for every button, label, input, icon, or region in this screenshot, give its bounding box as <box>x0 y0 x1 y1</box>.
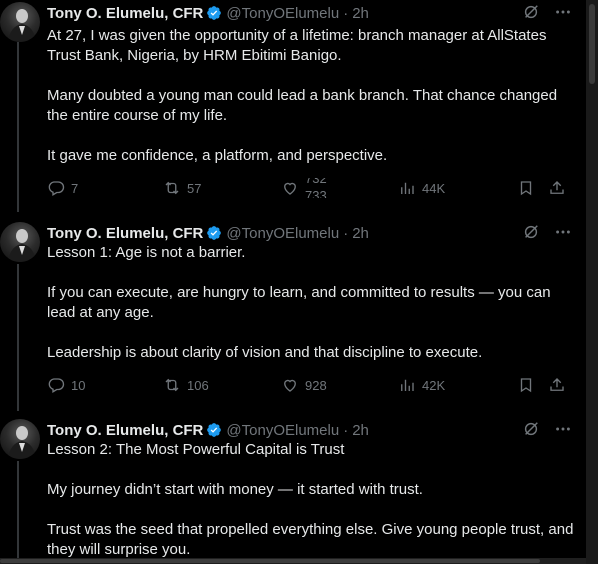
heart-icon <box>281 179 299 197</box>
like-count-animating: 732 733 <box>305 178 331 198</box>
separator-dot: · <box>343 224 349 242</box>
timestamp[interactable]: 2h <box>352 225 369 242</box>
author-handle[interactable]: @TonyOElumelu <box>226 5 339 22</box>
like-count: 928 <box>305 377 327 393</box>
bookmark-button[interactable] <box>517 178 535 198</box>
tweet-paragraph: Leadership is about clarity of vision an… <box>47 344 483 361</box>
tweet-paragraph: If you can execute, are hungry to learn,… <box>47 284 551 321</box>
share-icon <box>548 179 566 197</box>
tweet-header: Tony O. Elumelu, CFR @TonyOElumelu · 2h <box>47 420 586 440</box>
repost-icon <box>163 376 181 394</box>
thread-line <box>17 461 19 564</box>
tweet-paragraph: My journey didn’t start with money — it … <box>47 481 423 498</box>
views-icon <box>398 376 416 394</box>
tweet-3[interactable]: Tony O. Elumelu, CFR @TonyOElumelu · 2h … <box>0 407 586 564</box>
bookmark-icon <box>517 376 535 394</box>
separator-dot: · <box>343 4 349 22</box>
like-count: 733 <box>305 188 327 198</box>
tweet-1[interactable]: Tony O. Elumelu, CFR @TonyOElumelu · 2h … <box>0 0 586 210</box>
horizontal-scrollbar-thumb[interactable] <box>0 559 540 563</box>
author-name[interactable]: Tony O. Elumelu, CFR <box>47 5 203 22</box>
horizontal-scrollbar[interactable] <box>0 558 586 564</box>
views-button[interactable]: 42K <box>398 375 445 395</box>
tweet-paragraph: Lesson 2: The Most Powerful Capital is T… <box>47 441 345 458</box>
timestamp[interactable]: 2h <box>352 5 369 22</box>
vertical-scrollbar[interactable] <box>586 0 598 564</box>
avatar[interactable] <box>0 2 40 42</box>
author-handle[interactable]: @TonyOElumelu <box>226 225 339 242</box>
tweet-paragraph: It gave me confidence, a platform, and p… <box>47 147 388 164</box>
reply-button[interactable]: 10 <box>47 375 85 395</box>
verified-badge-icon <box>206 225 222 241</box>
tweet-text: At 27, I was given the opportunity of a … <box>47 26 576 166</box>
reply-button[interactable]: 7 <box>47 178 78 198</box>
like-count-previous: 732 <box>305 178 327 186</box>
thread-line <box>17 407 19 411</box>
timeline[interactable]: Tony O. Elumelu, CFR @TonyOElumelu · 2h … <box>0 0 586 564</box>
views-icon <box>398 179 416 197</box>
tweet-paragraph: Many doubted a young man could lead a ba… <box>47 87 558 124</box>
repost-count: 57 <box>187 180 202 196</box>
repost-button[interactable]: 106 <box>163 375 209 395</box>
more-options-icon[interactable] <box>554 420 572 438</box>
tweet-actions: 10 106 928 42K <box>47 375 565 395</box>
tweet-header: Tony O. Elumelu, CFR @TonyOElumelu · 2h <box>47 3 586 23</box>
views-button[interactable]: 44K <box>398 178 445 198</box>
repost-button[interactable]: 57 <box>163 178 201 198</box>
avatar[interactable] <box>0 222 40 262</box>
reply-icon <box>47 376 65 394</box>
bookmark-button[interactable] <box>517 375 535 395</box>
reply-icon <box>47 179 65 197</box>
views-count: 44K <box>422 180 446 196</box>
thread-line <box>17 264 19 410</box>
tweet-paragraph: Trust was the seed that propelled everyt… <box>47 521 574 558</box>
share-icon <box>548 376 566 394</box>
tweet-paragraph: At 27, I was given the opportunity of a … <box>47 27 547 64</box>
separator-dot: · <box>343 421 349 439</box>
verified-badge-icon <box>206 422 222 438</box>
like-button[interactable]: 928 <box>281 375 327 395</box>
views-count: 42K <box>422 377 446 393</box>
grok-icon[interactable] <box>522 3 540 21</box>
reply-count: 7 <box>71 180 79 196</box>
thread-line <box>17 42 19 210</box>
author-name[interactable]: Tony O. Elumelu, CFR <box>47 422 203 439</box>
author-name[interactable]: Tony O. Elumelu, CFR <box>47 225 203 242</box>
bookmark-icon <box>517 179 535 197</box>
tweet-header: Tony O. Elumelu, CFR @TonyOElumelu · 2h <box>47 223 586 243</box>
grok-icon[interactable] <box>522 223 540 241</box>
more-options-icon[interactable] <box>554 3 572 21</box>
tweet-text: Lesson 2: The Most Powerful Capital is T… <box>47 440 576 560</box>
share-button[interactable] <box>548 375 566 395</box>
thread-line <box>17 210 19 212</box>
tweet-2[interactable]: Tony O. Elumelu, CFR @TonyOElumelu · 2h … <box>0 210 586 410</box>
tweet-text: Lesson 1: Age is not a barrier. If you c… <box>47 243 576 363</box>
reply-count: 10 <box>71 377 86 393</box>
tweet-paragraph: Lesson 1: Age is not a barrier. <box>47 244 246 261</box>
repost-icon <box>163 179 181 197</box>
repost-count: 106 <box>187 377 209 393</box>
tweet-actions: 7 57 732 733 44K <box>47 178 565 198</box>
grok-icon[interactable] <box>522 420 540 438</box>
vertical-scrollbar-thumb[interactable] <box>589 4 595 84</box>
heart-icon <box>281 376 299 394</box>
like-button[interactable]: 732 733 <box>281 178 331 198</box>
timestamp[interactable]: 2h <box>352 422 369 439</box>
more-options-icon[interactable] <box>554 223 572 241</box>
verified-badge-icon <box>206 5 222 21</box>
author-handle[interactable]: @TonyOElumelu <box>226 422 339 439</box>
avatar[interactable] <box>0 419 40 459</box>
share-button[interactable] <box>548 178 566 198</box>
